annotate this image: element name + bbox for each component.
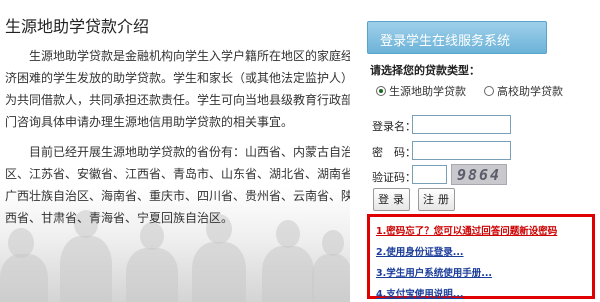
username-input[interactable] — [412, 115, 511, 134]
login-header-title: 登录学生在线服务系统 — [380, 34, 511, 49]
captcha-image[interactable]: 9864 — [451, 164, 507, 185]
captcha-label: 验证码： — [372, 171, 416, 184]
username-label: 登录名： — [372, 120, 416, 133]
intro-paragraph-2-line: 区、江苏省、安徽省、江西省、青岛市、山东省、湖北省、湖南省、 — [5, 167, 350, 181]
forgot-password-link[interactable]: 1.密码忘了？您可以通过回答问题新设密码 — [376, 223, 557, 237]
intro-paragraph-2-line: 广西壮族自治区、海南省、重庆市、四川省、贵州省、云南省、陕 — [5, 189, 350, 203]
intro-paragraph-2-line: 目前已经开展生源地助学贷款的省份有：山西省、内蒙古自治 — [5, 145, 350, 159]
loan-type-label: 请选择您的贷款类型： — [370, 64, 480, 77]
radio-button-icon[interactable] — [484, 86, 494, 96]
intro-paragraph-2: 目前已经开展生源地助学贷款的省份有：山西省、内蒙古自治 区、江苏省、安徽省、江西… — [5, 141, 350, 229]
id-card-login-link[interactable]: 2.使用身份证登录... — [376, 244, 464, 258]
captcha-code: 9864 — [456, 166, 502, 184]
radio-option-label: 生源地助学贷款 — [389, 85, 466, 98]
intro-paragraph-1-line: 门咨询具体申请办理生源地信用助学贷款的相关事宜。 — [5, 115, 294, 129]
login-button[interactable]: 登录 — [373, 188, 410, 211]
intro-paragraph-1-line: 为共同借款人，共同承担还款责任。学生可向当地县级教育行政部 — [5, 93, 350, 107]
intro-paragraph-2-line: 西省、甘肃省、青海省、宁夏回族自治区。 — [5, 211, 234, 225]
intro-paragraph-1-line: 生源地助学贷款是金融机构向学生入学户籍所在地区的家庭经 — [5, 49, 350, 63]
alipay-guide-link[interactable]: 4.支付宝使用说明... — [376, 286, 464, 300]
intro-paragraph-1-line: 济困难的学生发放的助学贷款。学生和家长（或其他法定监护人） — [5, 71, 350, 85]
radio-option-label: 高校助学贷款 — [497, 85, 563, 98]
student-manual-link[interactable]: 3.学生用户系统使用手册... — [376, 265, 492, 279]
login-panel: 登录学生在线服务系统 请选择您的贷款类型： 生源地助学贷款 高校助学贷款 登录名… — [362, 6, 598, 300]
help-links-box: 1.密码忘了？您可以通过回答问题新设密码 2.使用身份证登录... 3.学生用户… — [367, 214, 595, 300]
radio-option-school-loan[interactable]: 高校助学贷款 — [484, 83, 563, 99]
captcha-input[interactable] — [412, 165, 447, 184]
radio-option-source-loan[interactable]: 生源地助学贷款 — [376, 83, 466, 99]
intro-title: 生源地助学贷款介绍 — [5, 17, 150, 36]
intro-panel: 生源地助学贷款介绍 生源地助学贷款是金融机构向学生入学户籍所在地区的家庭经 济困… — [0, 0, 350, 302]
login-header: 登录学生在线服务系统 — [367, 21, 547, 54]
intro-paragraph-1: 生源地助学贷款是金融机构向学生入学户籍所在地区的家庭经 济困难的学生发放的助学贷… — [5, 45, 350, 133]
register-button[interactable]: 注册 — [418, 188, 455, 211]
password-label: 密 码： — [372, 146, 416, 159]
password-input[interactable] — [412, 141, 511, 160]
radio-button-selected-icon[interactable] — [376, 86, 386, 96]
